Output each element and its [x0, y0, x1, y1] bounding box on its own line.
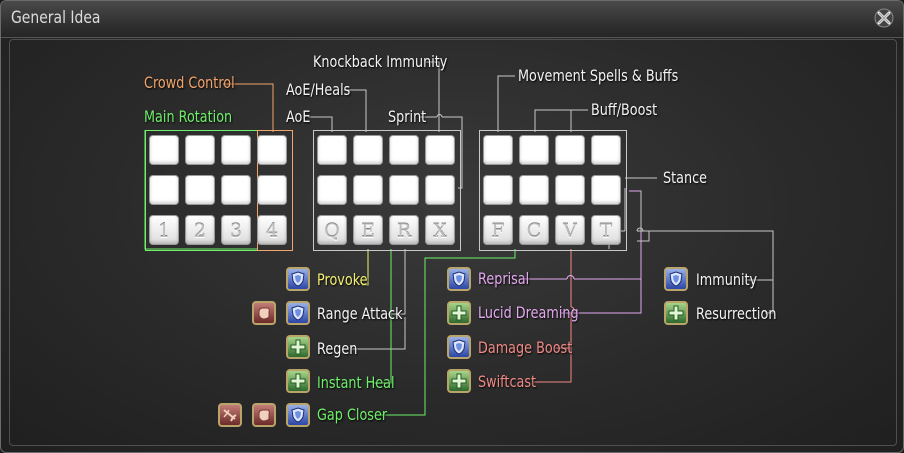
sword-icon: [218, 403, 242, 427]
label-movement: Movement Spells & Buffs: [518, 66, 679, 85]
key-slot[interactable]: [389, 135, 419, 165]
label-buff-boost: Buff/Boost: [591, 100, 658, 119]
legend-damage-boost: Damage Boost: [478, 338, 573, 357]
key-slot[interactable]: [353, 175, 383, 205]
key-4[interactable]: 4: [257, 215, 287, 245]
key-slot[interactable]: [149, 135, 179, 165]
key-slot[interactable]: [317, 175, 347, 205]
shield-icon: [286, 403, 310, 427]
legend-regen: Regen: [317, 339, 358, 358]
label-main-rotation: Main Rotation: [144, 107, 233, 126]
key-slot[interactable]: [483, 175, 513, 205]
legend-resurrection: Resurrection: [696, 304, 777, 323]
fist-icon: [252, 403, 276, 427]
label-sprint: Sprint: [388, 107, 427, 126]
key-slot[interactable]: [519, 175, 549, 205]
key-slot[interactable]: [221, 175, 251, 205]
key-1[interactable]: 1: [149, 215, 179, 245]
key-slot[interactable]: [483, 135, 513, 165]
key-c[interactable]: C: [519, 215, 549, 245]
label-aoe: AoE: [286, 107, 311, 126]
cross-icon: [447, 301, 471, 325]
cross-icon: [447, 369, 471, 393]
legend-range-attack: Range Attack: [317, 304, 403, 323]
shield-icon: [286, 301, 310, 325]
key-slot[interactable]: [257, 135, 287, 165]
key-slot[interactable]: [317, 135, 347, 165]
key-f[interactable]: F: [483, 215, 513, 245]
cross-icon: [664, 301, 688, 325]
shield-icon: [286, 267, 310, 291]
legend-instant-heal: Instant Heal: [317, 373, 395, 392]
shield-icon: [664, 267, 688, 291]
key-slot[interactable]: [389, 175, 419, 205]
key-slot[interactable]: [519, 135, 549, 165]
key-slot[interactable]: [185, 175, 215, 205]
key-t[interactable]: T: [591, 215, 621, 245]
fist-icon: [252, 301, 276, 325]
shield-icon: [447, 335, 471, 359]
key-2[interactable]: 2: [185, 215, 215, 245]
key-v[interactable]: V: [555, 215, 585, 245]
shield-icon: [447, 267, 471, 291]
key-slot[interactable]: [425, 135, 455, 165]
cross-icon: [286, 335, 310, 359]
key-slot[interactable]: [555, 175, 585, 205]
label-knockback-immunity: Knockback Immunity: [313, 52, 448, 71]
cross-icon: [286, 369, 310, 393]
key-q[interactable]: Q: [317, 215, 347, 245]
legend-swiftcast: Swiftcast: [478, 372, 537, 391]
key-slot[interactable]: [555, 135, 585, 165]
key-slot[interactable]: [353, 135, 383, 165]
key-slot[interactable]: [185, 135, 215, 165]
legend-immunity: Immunity: [696, 270, 758, 289]
key-slot[interactable]: [425, 175, 455, 205]
legend-provoke: Provoke: [317, 270, 368, 289]
key-3[interactable]: 3: [221, 215, 251, 245]
key-x[interactable]: X: [425, 215, 455, 245]
general-idea-window: General Idea 1 2 3 4 Q E R X F C V T Cro…: [0, 0, 904, 453]
label-aoe-heals: AoE/Heals: [286, 80, 351, 99]
label-crowd-control: Crowd Control: [144, 73, 235, 92]
key-r[interactable]: R: [389, 215, 419, 245]
legend-gap-closer: Gap Closer: [317, 405, 388, 424]
key-slot[interactable]: [591, 135, 621, 165]
key-slot[interactable]: [591, 175, 621, 205]
label-stance: Stance: [663, 168, 708, 187]
legend-lucid-dreaming: Lucid Dreaming: [478, 303, 579, 322]
key-e[interactable]: E: [353, 215, 383, 245]
key-slot[interactable]: [257, 175, 287, 205]
key-slot[interactable]: [221, 135, 251, 165]
key-slot[interactable]: [149, 175, 179, 205]
legend-reprisal: Reprisal: [478, 269, 530, 288]
